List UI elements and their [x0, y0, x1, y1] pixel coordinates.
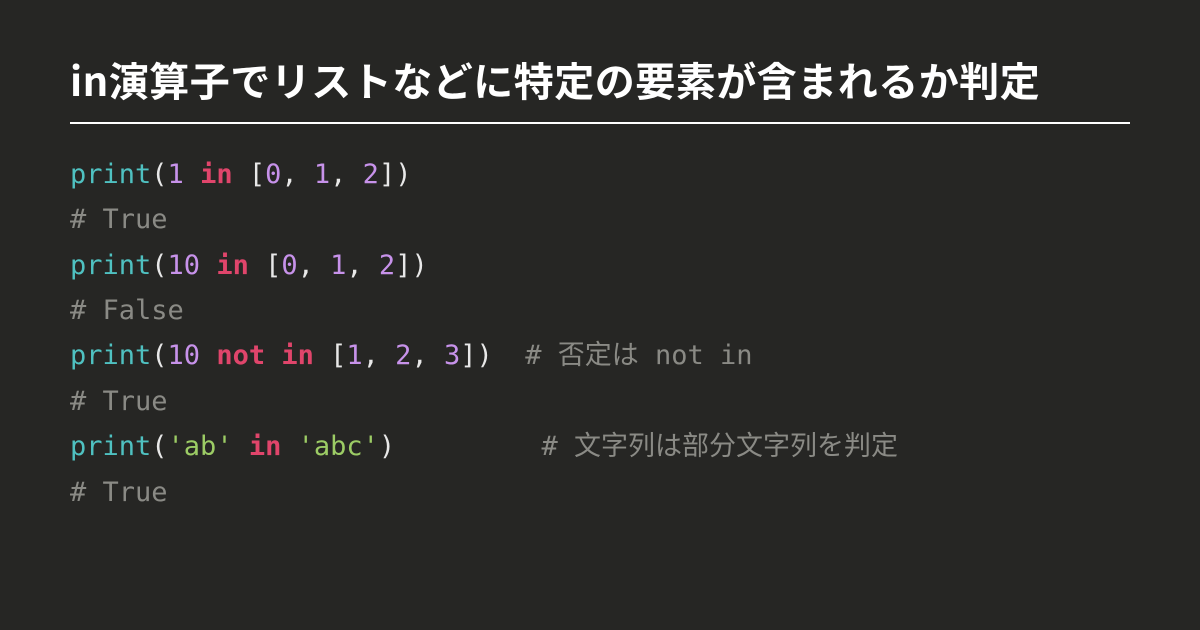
code-line: # True — [70, 470, 1130, 515]
code-token: 2 — [395, 340, 411, 371]
code-line: print(10 in [0, 1, 2]) — [70, 243, 1130, 288]
code-token: 2 — [363, 159, 379, 190]
code-block: print(1 in [0, 1, 2])# Trueprint(10 in [… — [70, 152, 1130, 515]
code-token — [184, 159, 200, 190]
code-token: , — [346, 250, 379, 281]
code-line: print(10 not in [1, 2, 3]) # 否定は not in — [70, 333, 1130, 378]
code-token: ( — [151, 250, 167, 281]
code-token: 10 — [168, 340, 201, 371]
code-token: ( — [151, 340, 167, 371]
code-token: in — [200, 159, 233, 190]
code-line: print(1 in [0, 1, 2]) — [70, 152, 1130, 197]
code-token: ]) — [379, 159, 412, 190]
code-token: ]) — [460, 340, 525, 371]
code-token: 1 — [168, 159, 184, 190]
code-token: 10 — [168, 250, 201, 281]
code-line: print('ab' in 'abc') # 文字列は部分文字列を判定 — [70, 424, 1130, 469]
code-token: # 否定は not in — [525, 340, 752, 371]
code-token: print — [70, 250, 151, 281]
code-token: , — [281, 159, 314, 190]
code-token: # True — [70, 204, 168, 235]
code-token: # False — [70, 295, 184, 326]
code-line: # True — [70, 197, 1130, 242]
code-token: # 文字列は部分文字列を判定 — [541, 431, 898, 462]
code-token: [ — [233, 159, 266, 190]
code-token: # True — [70, 386, 168, 417]
code-token: in — [249, 431, 282, 462]
code-token: , — [363, 340, 396, 371]
code-token: 1 — [346, 340, 362, 371]
code-token — [233, 431, 249, 462]
code-token: print — [70, 159, 151, 190]
code-token: # True — [70, 477, 168, 508]
code-token: 1 — [330, 250, 346, 281]
code-token: 1 — [314, 159, 330, 190]
code-token: 0 — [265, 159, 281, 190]
code-token: , — [298, 250, 331, 281]
code-token — [281, 431, 297, 462]
code-token: ( — [151, 159, 167, 190]
code-token: 'ab' — [168, 431, 233, 462]
code-token: ( — [151, 431, 167, 462]
code-token — [200, 340, 216, 371]
code-token: [ — [249, 250, 282, 281]
page-title: in演算子でリストなどに特定の要素が含まれるか判定 — [70, 50, 1130, 124]
code-token: 'abc' — [298, 431, 379, 462]
code-token: , — [411, 340, 444, 371]
code-line: # True — [70, 379, 1130, 424]
code-token: 2 — [379, 250, 395, 281]
code-token: 3 — [444, 340, 460, 371]
code-token: print — [70, 431, 151, 462]
code-token: , — [330, 159, 363, 190]
code-token: print — [70, 340, 151, 371]
code-line: # False — [70, 288, 1130, 333]
code-token: ]) — [395, 250, 428, 281]
code-token: ) — [379, 431, 542, 462]
code-token: 0 — [281, 250, 297, 281]
code-token: [ — [314, 340, 347, 371]
code-token: in — [216, 250, 249, 281]
code-token: not in — [216, 340, 314, 371]
code-token — [200, 250, 216, 281]
